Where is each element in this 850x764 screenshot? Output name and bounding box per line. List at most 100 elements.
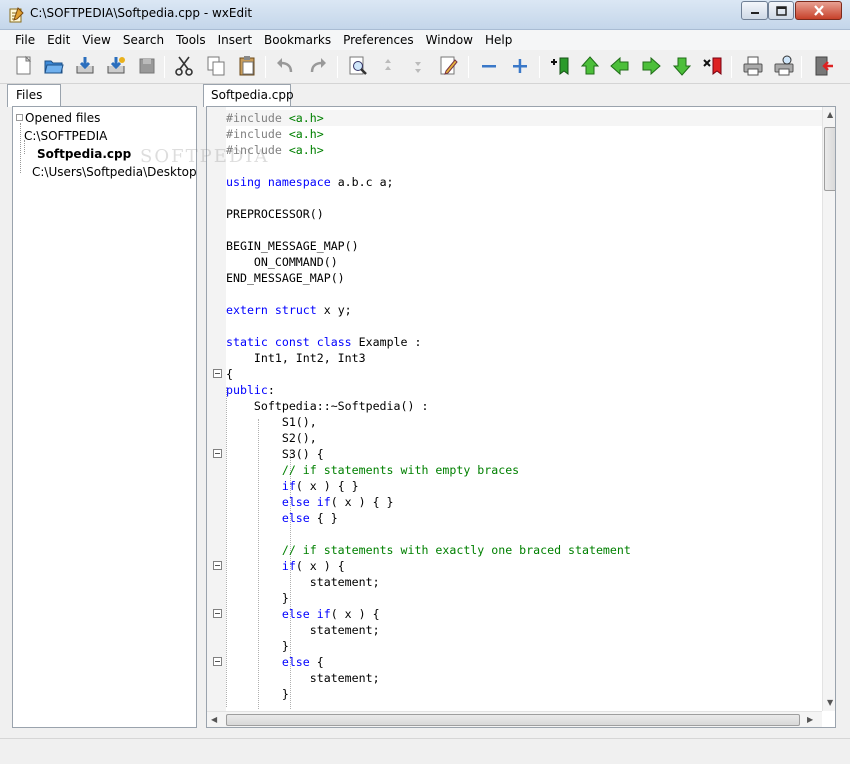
code-line[interactable]: }	[226, 590, 631, 606]
fold-margin[interactable]	[207, 107, 226, 711]
zoom-out-button[interactable]	[477, 54, 501, 78]
title-bar: C:\SOFTPEDIA\Softpedia.cpp - wxEdit	[0, 0, 850, 30]
toolbar-separator	[539, 56, 540, 78]
code-line[interactable]: ON_COMMAND()	[226, 254, 631, 270]
bookmark-first-button[interactable]	[578, 54, 602, 78]
close-button[interactable]	[795, 1, 842, 20]
scroll-right-icon[interactable]: ▶	[807, 715, 813, 724]
maximize-button[interactable]	[768, 1, 794, 20]
cut-button[interactable]	[172, 54, 196, 78]
menu-view[interactable]: View	[76, 30, 116, 50]
code-line[interactable]	[226, 222, 631, 238]
code-line[interactable]: {	[226, 366, 631, 382]
code-line[interactable]	[226, 286, 631, 302]
find-prev-button[interactable]	[376, 54, 400, 78]
open-file-button[interactable]	[42, 54, 66, 78]
code-line[interactable]: extern struct x y;	[226, 302, 631, 318]
menu-tools[interactable]: Tools	[170, 30, 212, 50]
code-line[interactable]: else if( x ) {	[226, 606, 631, 622]
menu-bookmarks[interactable]: Bookmarks	[258, 30, 337, 50]
tree-folder-softpedia[interactable]: C:\SOFTPEDIA	[24, 129, 107, 143]
menu-help[interactable]: Help	[479, 30, 518, 50]
menu-insert[interactable]: Insert	[212, 30, 258, 50]
code-line[interactable]: statement;	[226, 622, 631, 638]
menu-edit[interactable]: Edit	[41, 30, 76, 50]
undo-button[interactable]	[273, 54, 297, 78]
exit-button[interactable]	[811, 54, 835, 78]
fold-toggle-icon[interactable]	[213, 657, 222, 666]
save-all-button[interactable]	[135, 54, 159, 78]
code-editor[interactable]: #include <a.h> #include <a.h> #include <a.…	[206, 106, 836, 728]
menu-preferences[interactable]: Preferences	[337, 30, 420, 50]
fold-toggle-icon[interactable]	[213, 561, 222, 570]
code-line[interactable]: Int1, Int2, Int3	[226, 350, 631, 366]
print-preview-button[interactable]	[772, 54, 796, 78]
code-line[interactable]	[226, 158, 631, 174]
code-line[interactable]: #include <a.h>	[226, 126, 631, 142]
horizontal-scroll-thumb[interactable]	[226, 714, 800, 726]
code-line[interactable]: statement;	[226, 574, 631, 590]
code-line[interactable]: BEGIN_MESSAGE_MAP()	[226, 238, 631, 254]
code-line[interactable]: S2(),	[226, 430, 631, 446]
vertical-scrollbar[interactable]: ▲ ▼	[822, 107, 835, 711]
code-line[interactable]: statement;	[226, 670, 631, 686]
code-line[interactable]: Softpedia::~Softpedia() :	[226, 398, 631, 414]
fold-toggle-icon[interactable]	[213, 369, 222, 378]
tab-softpedia-cpp[interactable]: Softpedia.cpp	[203, 84, 294, 107]
code-line[interactable]: END_MESSAGE_MAP()	[226, 270, 631, 286]
add-bookmark-button[interactable]	[548, 54, 572, 78]
code-line[interactable]: public:	[226, 382, 631, 398]
bookmark-next-button[interactable]	[639, 54, 663, 78]
menu-file[interactable]: File	[9, 30, 41, 50]
code-line[interactable]: #include <a.h>	[226, 110, 631, 126]
copy-button[interactable]	[204, 54, 228, 78]
zoom-in-button[interactable]	[508, 54, 532, 78]
code-line[interactable]: else { }	[226, 510, 631, 526]
tree-file-softpedia-cpp[interactable]: Softpedia.cpp	[37, 147, 131, 161]
bookmark-last-button[interactable]	[670, 54, 694, 78]
scroll-up-icon[interactable]: ▲	[827, 110, 833, 119]
bookmark-prev-button[interactable]	[608, 54, 632, 78]
menu-search[interactable]: Search	[117, 30, 170, 50]
paste-button[interactable]	[235, 54, 259, 78]
save-as-button[interactable]	[104, 54, 128, 78]
menu-window[interactable]: Window	[420, 30, 479, 50]
code-line[interactable]: PREPROCESSOR()	[226, 206, 631, 222]
code-line[interactable]: else {	[226, 654, 631, 670]
code-line[interactable]	[226, 526, 631, 542]
minimize-button[interactable]	[741, 1, 768, 20]
scroll-left-icon[interactable]: ◀	[211, 715, 217, 724]
replace-button[interactable]	[437, 54, 461, 78]
remove-bookmark-icon	[703, 57, 722, 75]
code-line[interactable]: if( x ) { }	[226, 478, 631, 494]
code-line[interactable]: }	[226, 686, 631, 702]
code-line[interactable]: else if( x ) { }	[226, 494, 631, 510]
fold-toggle-icon[interactable]	[213, 449, 222, 458]
code-line[interactable]: S3() {	[226, 446, 631, 462]
print-button[interactable]	[741, 54, 765, 78]
code-line[interactable]: static const class Example :	[226, 334, 631, 350]
fold-toggle-icon[interactable]	[213, 609, 222, 618]
horizontal-scrollbar[interactable]: ◀ ▶	[207, 711, 822, 727]
code-text[interactable]: #include <a.h> #include <a.h> #include <a.…	[226, 110, 631, 702]
remove-bookmark-button[interactable]	[701, 54, 725, 78]
code-line[interactable]	[226, 190, 631, 206]
find-next-button[interactable]	[406, 54, 430, 78]
save-button[interactable]	[73, 54, 97, 78]
code-line[interactable]: // if statements with exactly one braced…	[226, 542, 631, 558]
code-line[interactable]: }	[226, 638, 631, 654]
tab-files[interactable]: Files	[7, 84, 61, 107]
find-button[interactable]	[346, 54, 370, 78]
redo-button[interactable]	[306, 54, 330, 78]
code-line[interactable]: if( x ) {	[226, 558, 631, 574]
vertical-scroll-thumb[interactable]	[824, 127, 835, 191]
code-line[interactable]: S1(),	[226, 414, 631, 430]
code-line[interactable]: // if statements with empty braces	[226, 462, 631, 478]
new-file-button[interactable]	[12, 54, 36, 78]
code-line[interactable]: using namespace a.b.c a;	[226, 174, 631, 190]
tree-root[interactable]: Opened files	[16, 111, 100, 125]
code-line[interactable]: #include <a.h>	[226, 142, 631, 158]
tree-folder-desktop[interactable]: C:\Users\Softpedia\Desktop	[32, 165, 197, 179]
code-line[interactable]	[226, 318, 631, 334]
scroll-down-icon[interactable]: ▼	[827, 698, 833, 707]
